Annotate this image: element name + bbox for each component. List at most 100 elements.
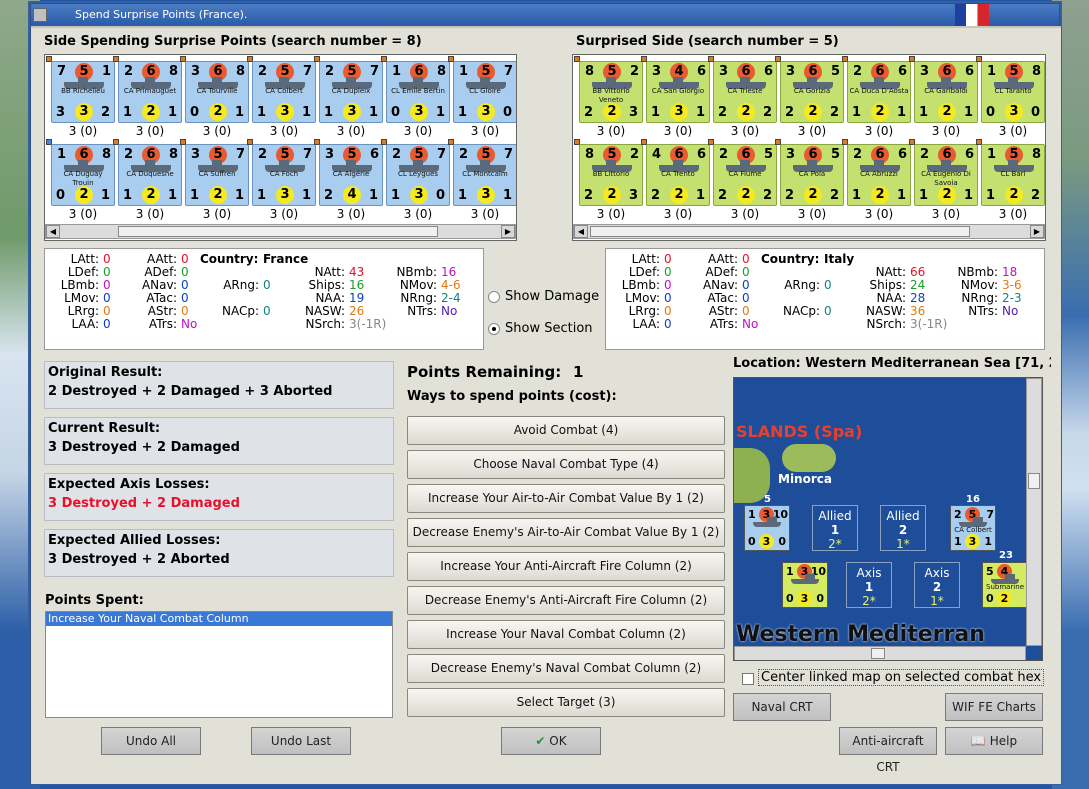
map-unit-submarine[interactable]: 5 4 Submarine 0 2 [982,562,1028,608]
ok-button[interactable]: ✔ OK [501,727,601,755]
unit-counter[interactable]: 2 6 6 CA Abruzzi 1 2 1 [847,144,911,206]
unit-counter[interactable]: 2 6 6 CA Eugenio Di Savoia 1 2 1 [914,144,978,206]
unit-bottom-right: 1 [435,105,445,120]
show-damage-radio[interactable] [488,291,500,303]
unit-counter[interactable]: 2 5 7 CA Foch 1 3 1 [252,144,316,206]
left-stats-panel: LAtt: 0 LDef: 0 LBmb: 0 LMov: 0 LRrg: 0 LAA: 0 AAtt:… [44,248,484,350]
undo-all-button[interactable]: Undo All [101,727,201,755]
stat-label-atrs: ATrs: [709,317,738,331]
title-bar[interactable]: Spend Surprise Points (France). [31,4,1059,26]
stat-value-laa: 0 [103,317,111,331]
unit-counter[interactable]: 2 5 7 CL Leygues 1 3 0 [386,144,450,206]
unit-counter[interactable]: 3 6 6 CA Trieste 2 2 2 [713,61,777,123]
spend-option-button[interactable]: Decrease Enemy's Air-to-Air Combat Value… [407,518,725,547]
scroll-left-icon[interactable]: ◀ [574,225,588,238]
unit-bottom-left: 1 [324,105,334,120]
spend-option-button[interactable]: Select Target (3) [407,688,725,717]
scroll-right-icon[interactable]: ▶ [1030,225,1044,238]
unit-name: CL Bari [1000,170,1026,178]
unit-counter[interactable]: 7 5 1 BB Richelieu 3 3 2 [51,61,115,123]
spend-option-button[interactable]: Decrease Enemy's Naval Combat Column (2) [407,654,725,683]
undo-last-button[interactable]: Undo Last [251,727,351,755]
left-unit-scrollbar[interactable]: ◀ ▶ [45,224,516,239]
map-hscroll-thumb[interactable] [871,648,885,659]
unit-bottom-left: 0 [190,105,200,120]
scroll-thumb[interactable] [118,226,438,237]
spend-option-button[interactable]: Avoid Combat (4) [407,416,725,445]
unit-counter[interactable]: 3 4 6 CA San Giorgio 1 3 1 [646,61,710,123]
points-spent-item[interactable]: Increase Your Naval Combat Column [46,612,392,626]
location-map[interactable]: SLANDS (Spa) Minorca 5 1 3 10 0 3 0 2 5 7 CA Col… [733,377,1043,661]
unit-name: CA Foch [269,170,299,178]
unit-bottom-center: 2 [737,186,755,204]
spend-option-button[interactable]: Choose Naval Combat Type (4) [407,450,725,479]
unit-counter[interactable]: 1 6 8 CL Emile Bertin 0 3 1 [386,61,450,123]
stat-label-nsrch: NSrch: [866,317,906,331]
unit-counter[interactable]: 8 5 2 BB Littorio 2 2 3 [579,144,643,206]
help-button[interactable]: 📖 Help [945,727,1043,755]
unit-top-left: 1 [459,64,469,79]
spend-option-button[interactable]: Decrease Enemy's Anti-Aircraft Fire Colu… [407,586,725,615]
unit-counter[interactable]: 3 6 5 CA Gorizia 2 2 2 [780,61,844,123]
unit-top-right: 5 [763,147,773,162]
unit-counter[interactable]: 8 5 2 BB Vittorio Veneto 2 2 3 [579,61,643,123]
unit-count: 3 (0) [998,124,1028,138]
unit-counter[interactable]: 1 5 8 CL Bari 1 2 2 [981,144,1045,206]
spend-option-button[interactable]: Increase Your Air-to-Air Combat Value By… [407,484,725,513]
map-vscroll-thumb[interactable] [1028,473,1040,489]
unit-top-right: 7 [503,64,513,79]
scroll-thumb[interactable] [590,226,970,237]
unit-bottom-right: 1 [963,105,973,120]
center-linked-checkbox[interactable] [742,673,754,685]
unit-bottom-center: 2 [75,186,93,204]
unit-counter[interactable]: 1 5 7 CL Gloire 1 3 0 [453,61,516,123]
show-section-radio[interactable] [488,323,500,335]
unit-counter[interactable]: 3 5 6 CA Algérie 2 4 1 [319,144,383,206]
unit-counter[interactable]: 2 5 7 CL Montcalm 1 3 1 [453,144,516,206]
minorca-label: Minorca [778,472,832,486]
map-vscroll[interactable] [1026,378,1042,646]
unit-name: CA Trento [661,170,695,178]
unit-bottom-right: 3 [628,105,638,120]
minorca-island [782,444,836,472]
spend-option-button[interactable]: Increase Your Naval Combat Column (2) [407,620,725,649]
axis-box-2[interactable]: Axis 2 1* [914,562,960,608]
naval-crt-button[interactable]: Naval CRT [733,693,831,721]
unit-counter[interactable]: 3 5 7 CA Suffren 1 2 1 [185,144,249,206]
left-side-title: Side Spending Surprise Points (search nu… [44,34,422,49]
unit-counter[interactable]: 3 6 8 CA Tourville 0 2 1 [185,61,249,123]
unit-counter[interactable]: 3 6 6 CA Garibaldi 1 2 1 [914,61,978,123]
allied-box-2[interactable]: Allied 2 1* [880,505,926,551]
points-spent-list[interactable]: Increase Your Naval Combat Column [45,611,393,718]
unit-bottom-right: 0 [502,105,512,120]
unit-counter[interactable]: 4 6 6 CA Trento 2 2 1 [646,144,710,206]
spend-option-button[interactable]: Increase Your Anti-Aircraft Fire Column … [407,552,725,581]
axis-box-1[interactable]: Axis 1 2* [846,562,892,608]
unit-counter[interactable]: 3 6 5 CA Pola 2 2 2 [780,144,844,206]
scroll-right-icon[interactable]: ▶ [501,225,515,238]
axis-box-1-side: Axis [856,566,882,580]
map-unit-1[interactable]: 1 3 10 0 3 0 [744,505,790,551]
stat-value-ntrs: No [441,304,458,318]
map-unit-bottom-center: 3 [797,591,812,606]
map-unit-bottom-right: 0 [816,592,824,605]
scroll-left-icon[interactable]: ◀ [46,225,60,238]
stat-label-nsrch: NSrch: [305,317,345,331]
unit-counter[interactable]: 2 5 7 CA Colbert 1 3 1 [252,61,316,123]
unit-counter[interactable]: 2 5 7 CA Dupleix 1 3 1 [319,61,383,123]
allied-box-1[interactable]: Allied 1 2* [812,505,858,551]
map-hscroll[interactable] [734,646,1026,660]
map-unit-3[interactable]: 1 3 10 0 3 0 [782,562,828,608]
unit-counter[interactable]: 2 6 8 CA Duquesne 1 2 1 [118,144,182,206]
unit-counter[interactable]: 1 5 8 CL Taranto 0 3 0 [981,61,1045,123]
aa-crt-button[interactable]: Anti-aircraft CRT [839,727,937,774]
map-unit-colbert[interactable]: 2 5 7 CA Colbert 1 3 1 [950,505,996,551]
right-unit-scrollbar[interactable]: ◀ ▶ [573,224,1045,239]
unit-counter[interactable]: 2 6 6 CA Duca D'Aosta 1 2 1 [847,61,911,123]
wif-charts-button[interactable]: WIF FE Charts [945,693,1043,721]
unit-counter[interactable]: 2 6 8 CA Primauguet 1 2 1 [118,61,182,123]
unit-counter[interactable]: 1 6 8 CA Duguay Trouin 0 2 1 [51,144,115,206]
unit-count: 3 (0) [864,207,894,221]
unit-top-right: 2 [629,64,639,79]
unit-counter[interactable]: 2 6 5 CA Fiume 2 2 2 [713,144,777,206]
